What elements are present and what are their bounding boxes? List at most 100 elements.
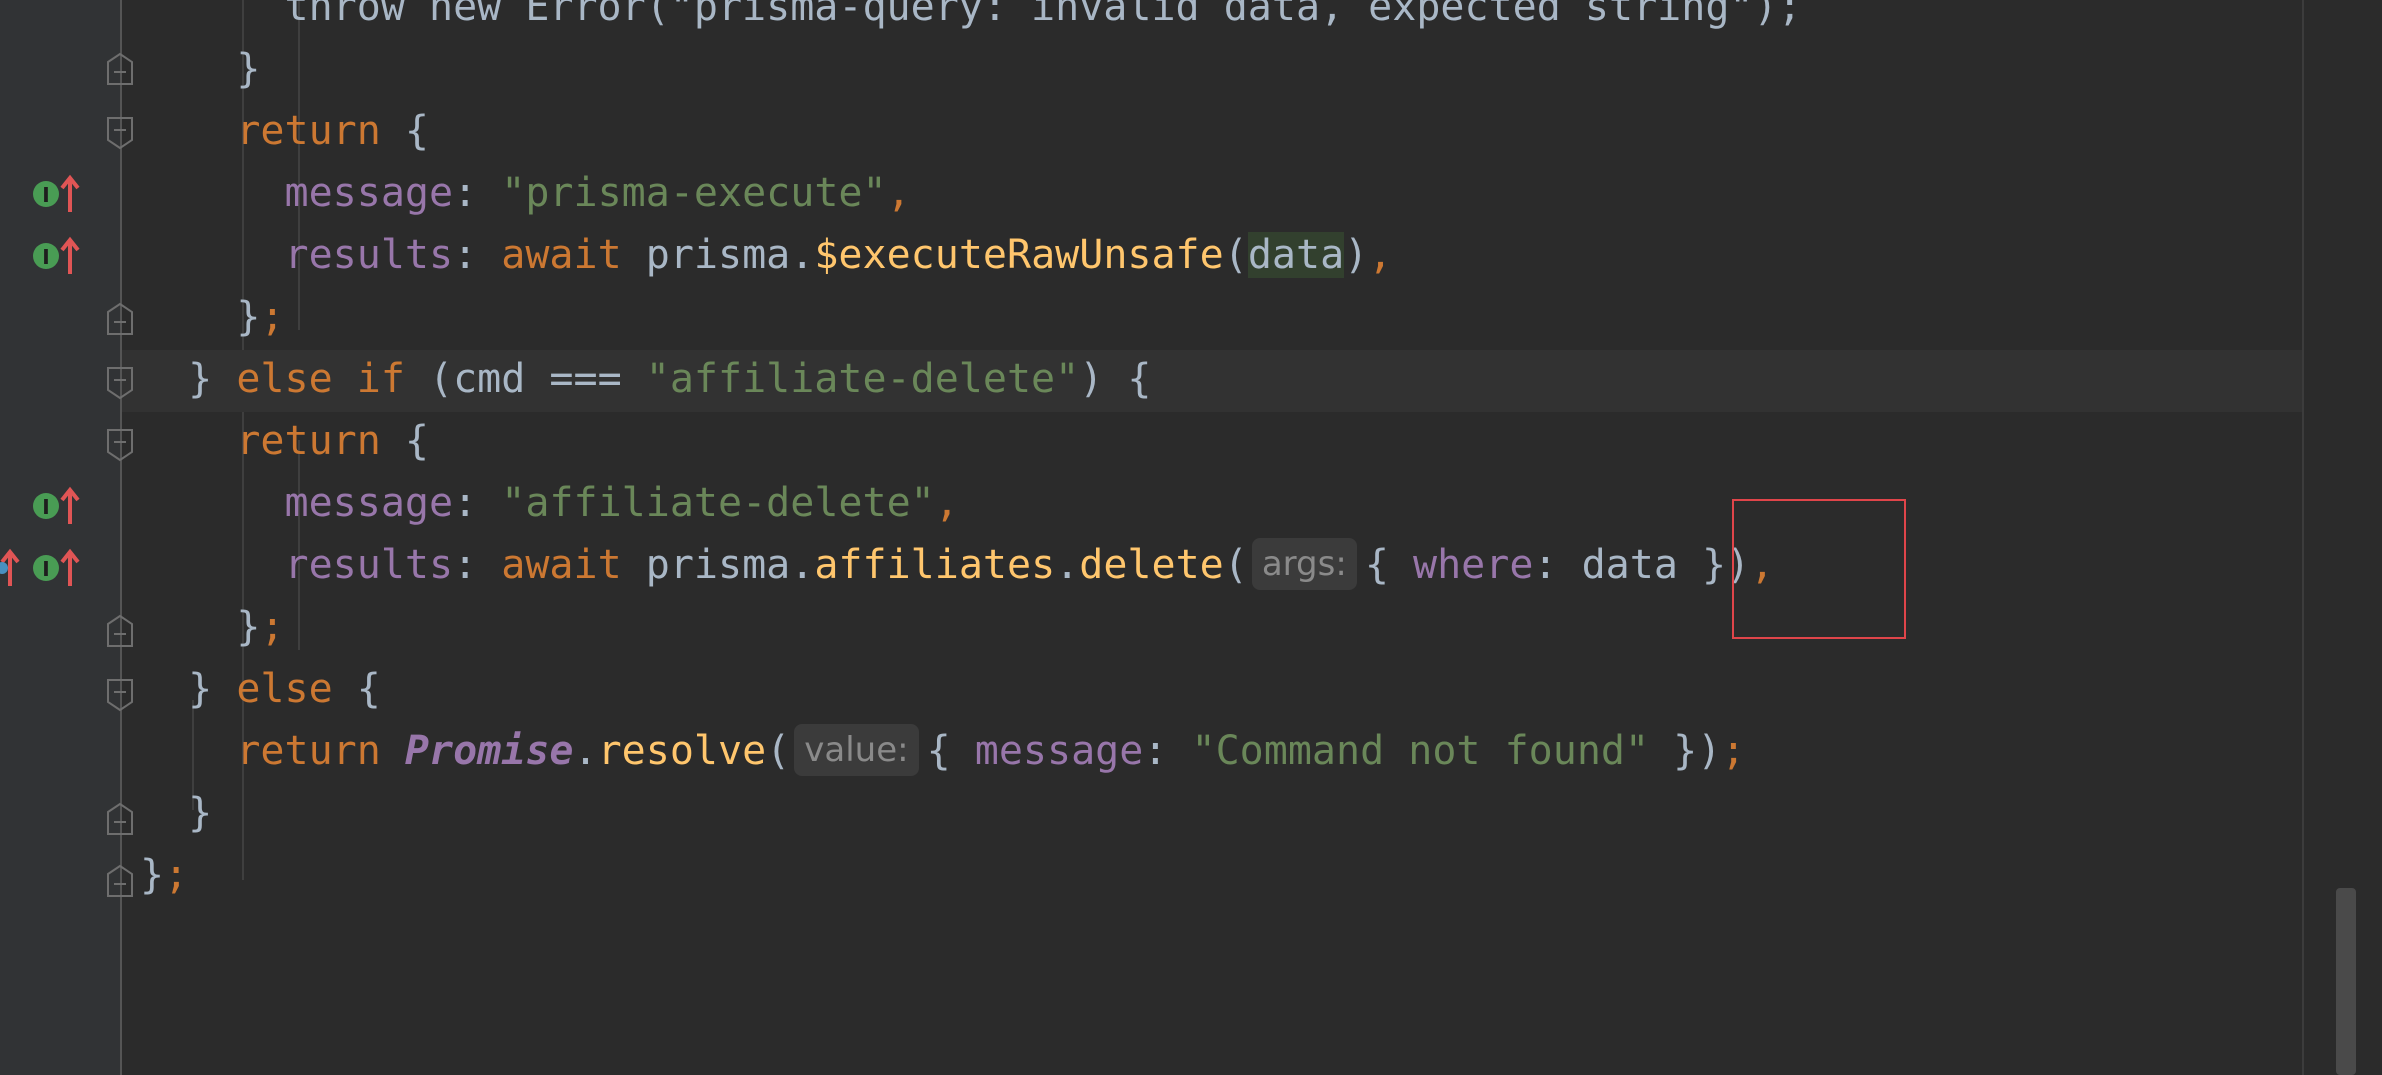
code-token: "Command not found": [1191, 728, 1650, 774]
code-token: .: [1055, 542, 1080, 588]
code-token: prisma.: [621, 232, 815, 278]
code-token: }: [140, 852, 165, 898]
code-token: delete: [1079, 542, 1224, 588]
code-token: await: [501, 232, 622, 278]
code-token: :: [453, 232, 502, 278]
implementation-up-arrow-icon[interactable]: I: [30, 484, 82, 528]
fold-marker-icon[interactable]: [106, 366, 134, 400]
fold-marker-icon[interactable]: [106, 302, 134, 336]
implementation-up-arrow-icon[interactable]: I: [30, 172, 82, 216]
code-token: ;: [260, 294, 285, 340]
code-token: }: [140, 46, 261, 92]
fold-marker-icon[interactable]: [106, 116, 134, 150]
code-token: return: [236, 418, 381, 464]
svg-text:I: I: [42, 495, 49, 519]
code-token: }: [140, 790, 213, 836]
code-line[interactable]: message: "prisma-execute",: [140, 162, 911, 224]
code-token: "affiliate-delete": [645, 356, 1080, 402]
code-token: :: [453, 542, 502, 588]
code-token: return: [236, 728, 381, 774]
fold-marker-icon[interactable]: [106, 678, 134, 712]
parameter-hint: args:: [1251, 538, 1357, 590]
implementation-up-arrow-icon[interactable]: I: [0, 546, 82, 590]
code-token: message: [284, 170, 454, 216]
code-line[interactable]: };: [140, 596, 285, 658]
code-token: else if: [236, 356, 405, 402]
code-line[interactable]: results: await prisma.$executeRawUnsafe(…: [140, 224, 1392, 286]
code-token: ;: [1721, 728, 1746, 774]
fold-marker-icon[interactable]: [106, 52, 134, 86]
scrollbar-thumb[interactable]: [2336, 888, 2356, 1075]
code-token: }: [140, 604, 261, 650]
code-token: {: [380, 108, 429, 154]
editor-gutter: [0, 0, 120, 1075]
code-line[interactable]: message: "affiliate-delete",: [140, 472, 959, 534]
code-line[interactable]: };: [140, 844, 188, 906]
code-token: else: [236, 666, 333, 712]
code-token: :: [453, 480, 502, 526]
code-line[interactable]: }: [140, 782, 212, 844]
code-token: where: [1412, 542, 1534, 588]
code-line[interactable]: return {: [140, 410, 429, 472]
fold-marker-icon[interactable]: [106, 428, 134, 462]
code-token: message: [974, 728, 1144, 774]
code-token: (: [1223, 542, 1248, 588]
code-token: affiliates: [814, 542, 1056, 588]
code-token: resolve: [597, 728, 767, 774]
implementation-up-arrow-icon[interactable]: I: [30, 234, 82, 278]
code-token: results: [284, 542, 454, 588]
code-token: {: [380, 418, 429, 464]
code-line[interactable]: return Promise.resolve(value:{ message: …: [140, 720, 1745, 782]
code-token: prisma.: [621, 542, 815, 588]
code-token: $executeRawUnsafe: [814, 232, 1224, 278]
code-token: {: [332, 666, 381, 712]
code-line[interactable]: return {: [140, 100, 429, 162]
fold-marker-icon[interactable]: [106, 614, 134, 648]
svg-text:I: I: [42, 557, 49, 581]
code-line[interactable]: } else {: [140, 658, 381, 720]
code-token: (: [766, 728, 791, 774]
code-token: ,: [886, 170, 911, 216]
code-token: {: [926, 728, 975, 774]
code-line[interactable]: } else if (cmd === "affiliate-delete") {: [140, 348, 1151, 410]
annotation-highlight-box: [1732, 499, 1906, 639]
code-line[interactable]: };: [140, 286, 285, 348]
code-token: ;: [164, 852, 189, 898]
code-token: Promise: [404, 728, 574, 774]
code-token: data: [1247, 232, 1345, 278]
code-token: :: [453, 170, 502, 216]
code-token: ): [1344, 232, 1369, 278]
code-token: ;: [260, 604, 285, 650]
code-token: message: [284, 480, 454, 526]
code-token: ,: [934, 480, 959, 526]
code-token: "affiliate-delete": [501, 480, 935, 526]
code-token: return: [140, 108, 381, 154]
code-token: await: [501, 542, 622, 588]
code-token: }: [140, 294, 261, 340]
code-line[interactable]: results: await prisma.affiliates.delete(…: [140, 534, 1774, 596]
code-token: (: [1223, 232, 1248, 278]
code-token: }: [140, 356, 237, 402]
code-token: :: [1143, 728, 1192, 774]
code-token: ,: [1368, 232, 1393, 278]
code-line[interactable]: throw new Error("prisma-query: invalid d…: [140, 0, 1802, 38]
fold-marker-icon[interactable]: [106, 864, 134, 898]
code-token: {: [1364, 542, 1413, 588]
code-token: }: [140, 666, 237, 712]
code-token: ) {: [1079, 356, 1152, 402]
code-token: results: [284, 232, 454, 278]
code-token: throw new Error("prisma-query: invalid d…: [140, 0, 1802, 30]
parameter-hint: value:: [794, 724, 919, 776]
code-line[interactable]: }: [140, 38, 260, 100]
fold-marker-icon[interactable]: [106, 802, 134, 836]
svg-text:I: I: [42, 183, 49, 207]
svg-text:I: I: [42, 245, 49, 269]
code-token: (cmd ===: [404, 356, 646, 402]
code-token: }): [1649, 728, 1722, 774]
